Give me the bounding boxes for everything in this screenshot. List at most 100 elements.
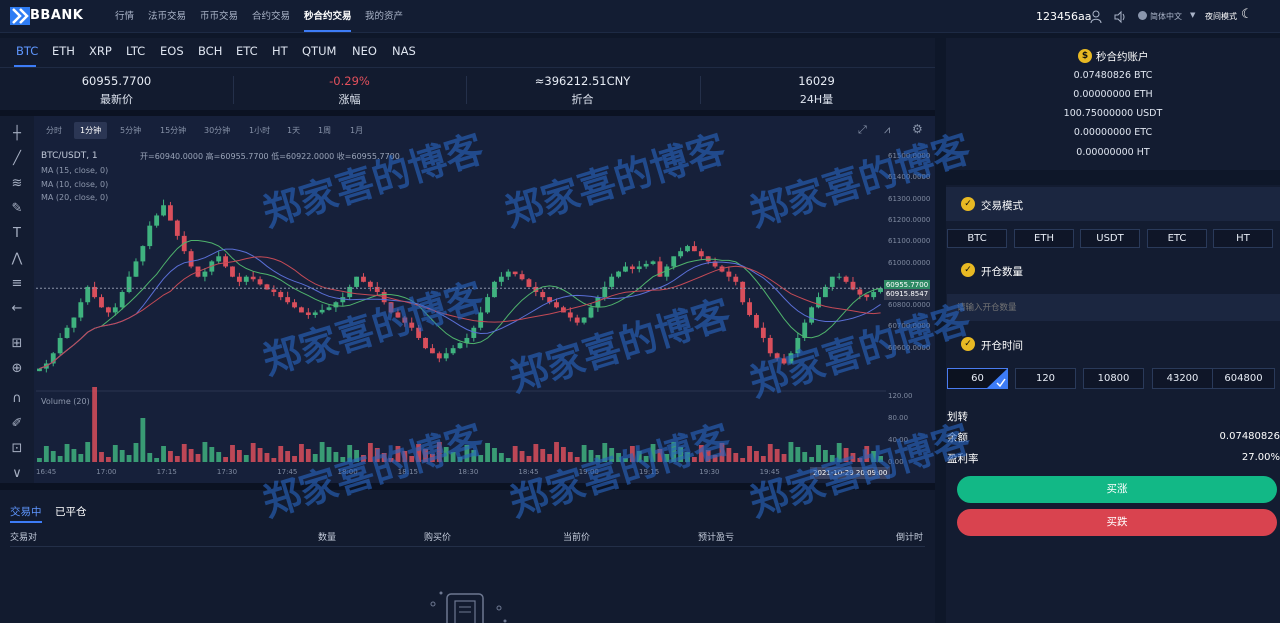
volume-bar: [643, 456, 649, 462]
currency-eth-button[interactable]: ETH: [1014, 229, 1074, 248]
candle: [698, 251, 704, 257]
volume-bar: [574, 457, 580, 462]
globe-icon[interactable]: [1138, 11, 1147, 20]
magnet-icon[interactable]: ∩: [9, 391, 25, 407]
coin-tab-qtum[interactable]: QTUM: [302, 44, 336, 58]
tf-1m[interactable]: 1分钟: [74, 122, 108, 139]
currency-usdt-button[interactable]: USDT: [1080, 229, 1140, 248]
currency-etc-button[interactable]: ETC: [1147, 229, 1207, 248]
fullscreen-icon[interactable]: ⤢: [858, 123, 867, 137]
volume-bar: [760, 456, 766, 462]
candle: [71, 317, 77, 328]
candle: [257, 279, 263, 285]
settings-gear-icon[interactable]: ⚙: [912, 122, 923, 136]
chevron-down-icon[interactable]: ▼: [1190, 11, 1195, 19]
back-arrow-icon[interactable]: ←: [9, 301, 25, 317]
tf-1w[interactable]: 1周: [312, 122, 337, 139]
candle: [271, 289, 277, 293]
trend-line-icon[interactable]: ╱: [9, 151, 25, 167]
candle: [636, 266, 642, 270]
candle: [430, 348, 435, 354]
tf-30m[interactable]: 30分钟: [198, 122, 236, 139]
tf-realtime[interactable]: 分时: [40, 122, 68, 139]
coin-tab-eth[interactable]: ETH: [52, 44, 75, 58]
time-120-button[interactable]: 120: [1015, 368, 1076, 389]
tf-5m[interactable]: 5分钟: [114, 122, 147, 139]
measure-icon[interactable]: ⊞: [9, 336, 25, 352]
candle: [299, 307, 304, 313]
nav-my-assets[interactable]: 我的资产: [365, 0, 403, 33]
candlestick-plot[interactable]: [36, 140, 886, 465]
tf-1h[interactable]: 1小时: [243, 122, 276, 139]
tf-1mo[interactable]: 1月: [344, 122, 369, 139]
volume-bar: [767, 444, 773, 462]
volume-bar: [271, 458, 277, 462]
user-name[interactable]: 123456aa: [1036, 0, 1091, 33]
candle: [595, 297, 601, 308]
brush-icon[interactable]: ✎: [9, 201, 25, 217]
candle: [671, 256, 677, 267]
currency-ht-button[interactable]: HT: [1213, 229, 1273, 248]
candle: [367, 281, 373, 287]
volume-bar: [595, 455, 601, 462]
nav-market[interactable]: 行情: [115, 0, 134, 33]
night-mode-label[interactable]: 夜间模式: [1205, 0, 1237, 33]
candle: [733, 276, 739, 282]
candle: [285, 297, 291, 303]
text-tool-icon[interactable]: T: [9, 226, 25, 242]
indicator-icon[interactable]: ⩘: [884, 123, 890, 137]
time-43200-button[interactable]: 43200: [1152, 368, 1213, 389]
coin-tab-nas[interactable]: NAS: [392, 44, 416, 58]
tf-1d[interactable]: 1天: [281, 122, 306, 139]
candle: [643, 263, 649, 267]
ruler-icon[interactable]: ≡: [9, 276, 25, 292]
time-604800-button[interactable]: 604800: [1212, 368, 1275, 389]
zoom-icon[interactable]: ⊕: [9, 361, 25, 377]
coin-tab-ltc[interactable]: LTC: [126, 44, 145, 58]
qty-input[interactable]: [947, 294, 1280, 321]
buy-down-button[interactable]: 买跌: [957, 509, 1277, 536]
brand-logo[interactable]: BBANK: [10, 5, 98, 27]
volume-bar: [257, 448, 263, 462]
volume-bar: [361, 455, 366, 462]
candle: [485, 297, 490, 313]
nav-spot-trade[interactable]: 币币交易: [200, 0, 238, 33]
nav-contract-trade[interactable]: 合约交易: [252, 0, 290, 33]
tab-trading[interactable]: 交易中: [10, 504, 42, 519]
tf-15m[interactable]: 15分钟: [154, 122, 192, 139]
volume-bar: [50, 451, 56, 462]
lock-draw-icon[interactable]: ✐: [9, 416, 25, 432]
volume-bar: [140, 418, 146, 462]
time-10800-button[interactable]: 10800: [1083, 368, 1144, 389]
currency-btc-button[interactable]: BTC: [947, 229, 1007, 248]
volume-icon[interactable]: [1113, 9, 1127, 28]
candle: [78, 302, 84, 318]
fib-icon[interactable]: ≋: [9, 176, 25, 192]
buy-up-button[interactable]: 买涨: [957, 476, 1277, 503]
coin-tab-bch[interactable]: BCH: [198, 44, 222, 58]
language-selector[interactable]: 简体中文: [1150, 0, 1182, 33]
nav-fiat-trade[interactable]: 法币交易: [148, 0, 186, 33]
tab-closed[interactable]: 已平仓: [55, 504, 87, 519]
user-icon[interactable]: [1090, 9, 1102, 28]
candle: [526, 279, 532, 287]
time-tick: 17:30: [216, 468, 238, 476]
volume-bar: [478, 455, 484, 462]
time-axis: 16:45 17:00 17:15 17:30 17:45 18:00 18:15 18:30…: [36, 466, 886, 480]
transfer-link[interactable]: 划转: [947, 409, 968, 424]
crosshair-icon[interactable]: ┼: [9, 126, 25, 142]
volume-bar: [450, 452, 456, 462]
coin-tab-btc[interactable]: BTC: [16, 44, 38, 58]
coin-tab-eos[interactable]: EOS: [160, 44, 184, 58]
pattern-icon[interactable]: ⋀: [9, 251, 25, 267]
moon-icon[interactable]: ☾: [1241, 7, 1253, 22]
coin-tab-ht[interactable]: HT: [272, 44, 288, 58]
expand-down-icon[interactable]: ∨: [9, 466, 25, 482]
time-tick: 19:45: [759, 468, 780, 476]
nav-second-contract[interactable]: 秒合约交易: [304, 0, 352, 33]
coin-tab-xrp[interactable]: XRP: [89, 44, 112, 58]
coin-tab-neo[interactable]: NEO: [352, 44, 377, 58]
coin-tab-etc[interactable]: ETC: [236, 44, 258, 58]
volume-bar: [581, 445, 587, 462]
lock-icon[interactable]: ⊡: [9, 441, 25, 457]
